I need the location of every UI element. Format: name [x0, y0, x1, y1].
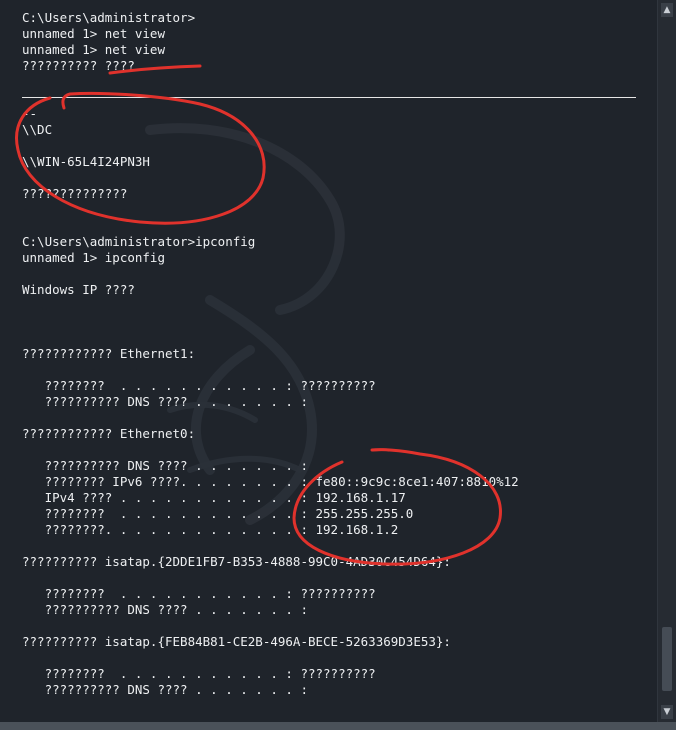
scrollbar-thumb[interactable]	[662, 627, 672, 691]
terminal-line: ???????????? Ethernet0:	[22, 426, 196, 441]
terminal-line: C:\Users\administrator>	[22, 10, 196, 25]
terminal-output[interactable]: C:\Users\administrator> unnamed 1> net vi…	[22, 10, 642, 698]
terminal-line: ???????? . . . . . . . . . . . : ???????…	[22, 586, 376, 601]
output-separator-line	[22, 97, 636, 98]
terminal-line: ???????? . . . . . . . . . . . : ???????…	[22, 378, 376, 393]
scroll-down-arrow-icon[interactable]: ▼	[661, 705, 673, 719]
terminal-line: Windows IP ????	[22, 282, 135, 297]
terminal-line: ??????????????	[22, 186, 128, 201]
terminal-line: unnamed 1> net view	[22, 42, 165, 57]
terminal-line: \\DC	[22, 122, 53, 137]
terminal-line: C:\Users\administrator>ipconfig	[22, 234, 256, 249]
terminal-line: ???????????? Ethernet1:	[22, 346, 196, 361]
terminal-line: ????????. . . . . . . . . . . . . : 192.…	[22, 522, 399, 537]
terminal-line: ???????? IPv6 ????. . . . . . . . : fe80…	[22, 474, 519, 489]
terminal-line: \\WIN-65L4I24PN3H	[22, 154, 150, 169]
terminal-line: ???????? . . . . . . . . . . . . : 255.2…	[22, 506, 414, 521]
terminal-line: ?????????? DNS ???? . . . . . . . :	[22, 682, 308, 697]
terminal-line: ???????? . . . . . . . . . . . : ???????…	[22, 666, 376, 681]
terminal-line: unnamed 1> ipconfig	[22, 250, 165, 265]
terminal-line: ?????????? ????	[22, 58, 135, 73]
terminal-window: C:\Users\administrator> unnamed 1> net vi…	[0, 0, 676, 722]
scroll-up-arrow-icon[interactable]: ▲	[661, 3, 673, 17]
terminal-line: ?????????? isatap.{2DDE1FB7-B353-4888-99…	[22, 554, 451, 569]
terminal-line: --	[22, 106, 38, 121]
window-bottom-border	[0, 722, 676, 730]
terminal-line: unnamed 1> net view	[22, 26, 165, 41]
terminal-line: IPv4 ???? . . . . . . . . . . . . : 192.…	[22, 490, 406, 505]
terminal-line: ?????????? isatap.{FEB84B81-CE2B-496A-BE…	[22, 634, 451, 649]
terminal-line: ?????????? DNS ???? . . . . . . . :	[22, 394, 308, 409]
terminal-line: ?????????? DNS ???? . . . . . . . :	[22, 458, 308, 473]
vertical-scrollbar[interactable]: ▲ ▼	[657, 0, 676, 722]
terminal-line: ?????????? DNS ???? . . . . . . . :	[22, 602, 308, 617]
